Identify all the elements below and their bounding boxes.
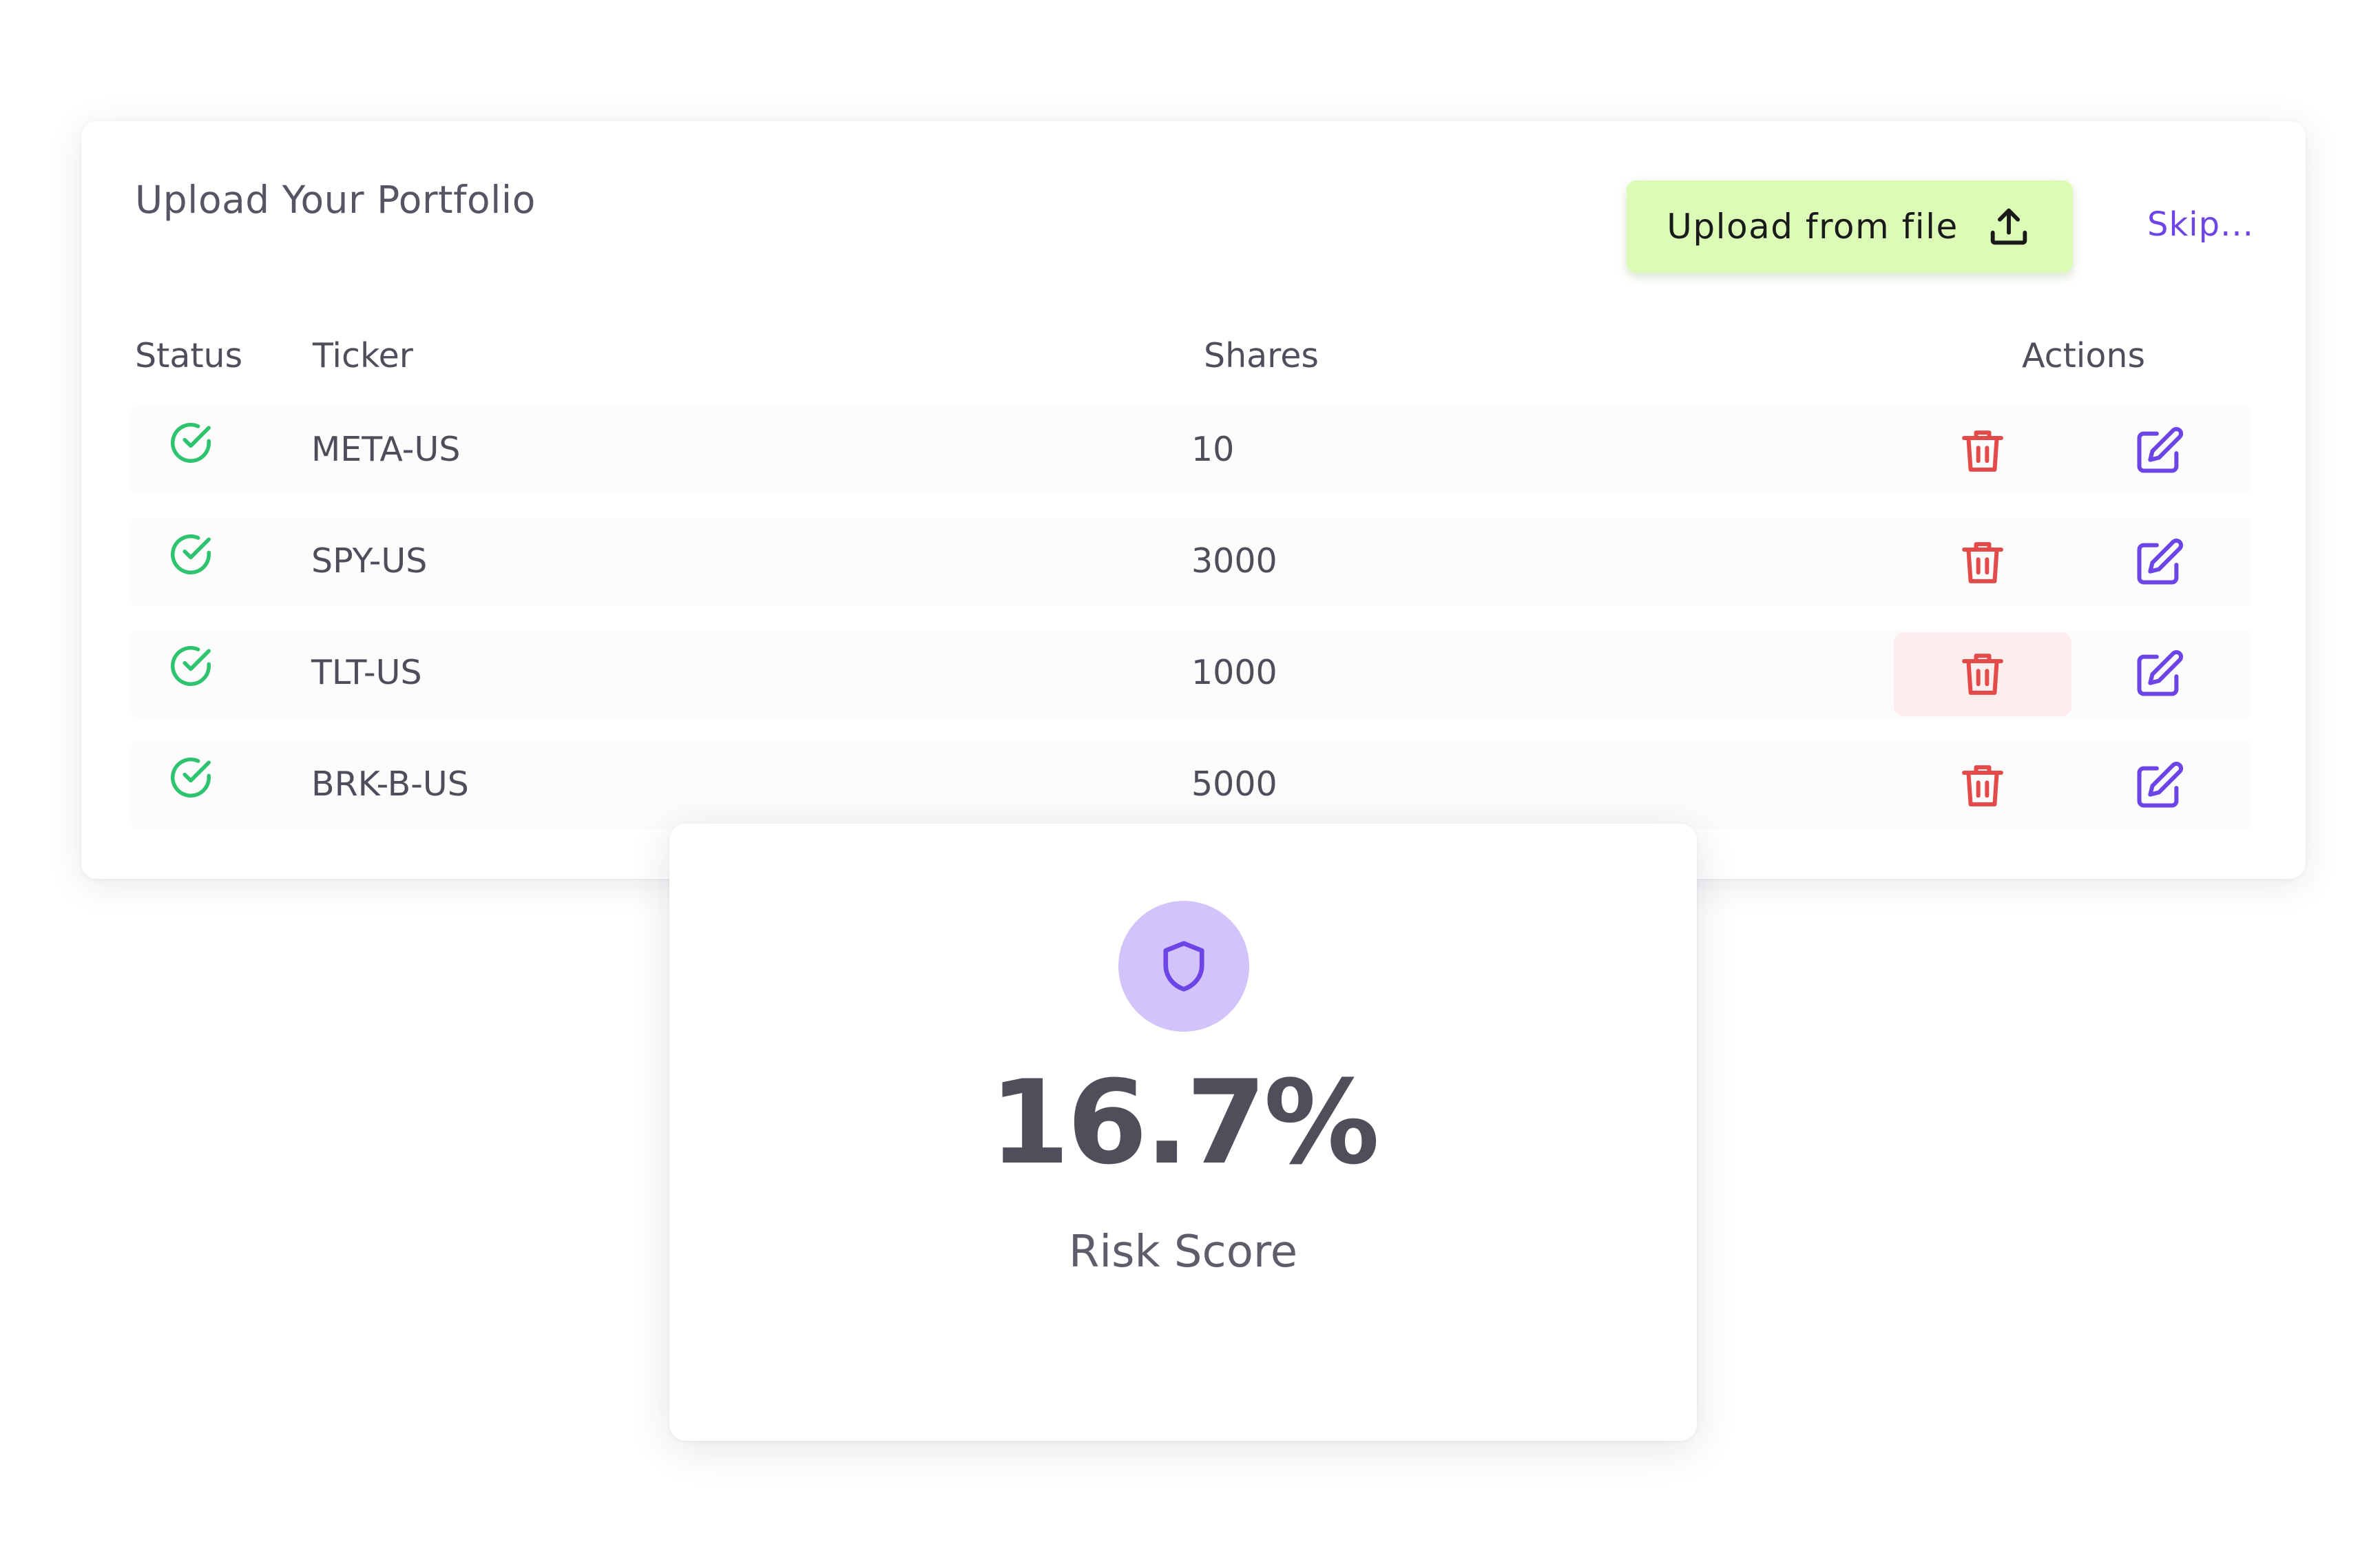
- column-header-actions: Actions: [2022, 336, 2145, 375]
- edit-icon: [2137, 650, 2183, 696]
- check-circle-icon: [171, 423, 211, 463]
- shares-cell: 3000: [1191, 541, 1277, 581]
- upload-icon: [1990, 208, 2027, 245]
- column-header-ticker: Ticker: [313, 336, 413, 375]
- column-header-status: Status: [135, 336, 243, 375]
- check-circle-icon: [171, 534, 211, 574]
- delete-button[interactable]: [1894, 521, 2071, 605]
- page: Upload Your Portfolio Upload from file S…: [0, 0, 2380, 1562]
- edit-button[interactable]: [2073, 744, 2245, 828]
- edit-icon: [2137, 762, 2183, 808]
- edit-icon: [2137, 539, 2183, 585]
- ticker-cell: TLT-US: [311, 653, 422, 692]
- check-circle-icon: [171, 758, 211, 798]
- portfolio-card: Upload Your Portfolio Upload from file S…: [81, 121, 2306, 879]
- risk-score-value: 16.7%: [989, 1055, 1380, 1190]
- shield-icon: [1163, 941, 1204, 992]
- upload-from-file-button[interactable]: Upload from file: [1627, 180, 2073, 273]
- trash-icon: [1962, 654, 2003, 695]
- check-circle-icon: [171, 646, 211, 686]
- edit-button[interactable]: [2073, 632, 2245, 716]
- risk-score-label: Risk Score: [1068, 1227, 1298, 1278]
- column-header-shares: Shares: [1204, 336, 1319, 375]
- ticker-cell: BRK-B-US: [311, 764, 469, 804]
- ticker-cell: META-US: [311, 430, 461, 469]
- ticker-cell: SPY-US: [311, 541, 428, 581]
- card-title: Upload Your Portfolio: [135, 178, 536, 222]
- delete-button[interactable]: [1894, 744, 2071, 828]
- shield-badge: [1118, 901, 1249, 1032]
- edit-icon: [2137, 427, 2183, 473]
- trash-icon: [1962, 765, 2003, 806]
- skip-link[interactable]: Skip...: [2147, 205, 2254, 244]
- shares-cell: 10: [1191, 430, 1235, 469]
- trash-icon: [1962, 542, 2003, 583]
- shares-cell: 5000: [1191, 764, 1277, 804]
- delete-button[interactable]: [1894, 632, 2071, 716]
- edit-button[interactable]: [2073, 409, 2245, 493]
- shares-cell: 1000: [1191, 653, 1277, 692]
- risk-score-card: 16.7% Risk Score: [669, 824, 1697, 1441]
- delete-button[interactable]: [1894, 409, 2071, 493]
- upload-button-label: Upload from file: [1667, 207, 1959, 247]
- edit-button[interactable]: [2073, 521, 2245, 605]
- trash-icon: [1962, 430, 2003, 472]
